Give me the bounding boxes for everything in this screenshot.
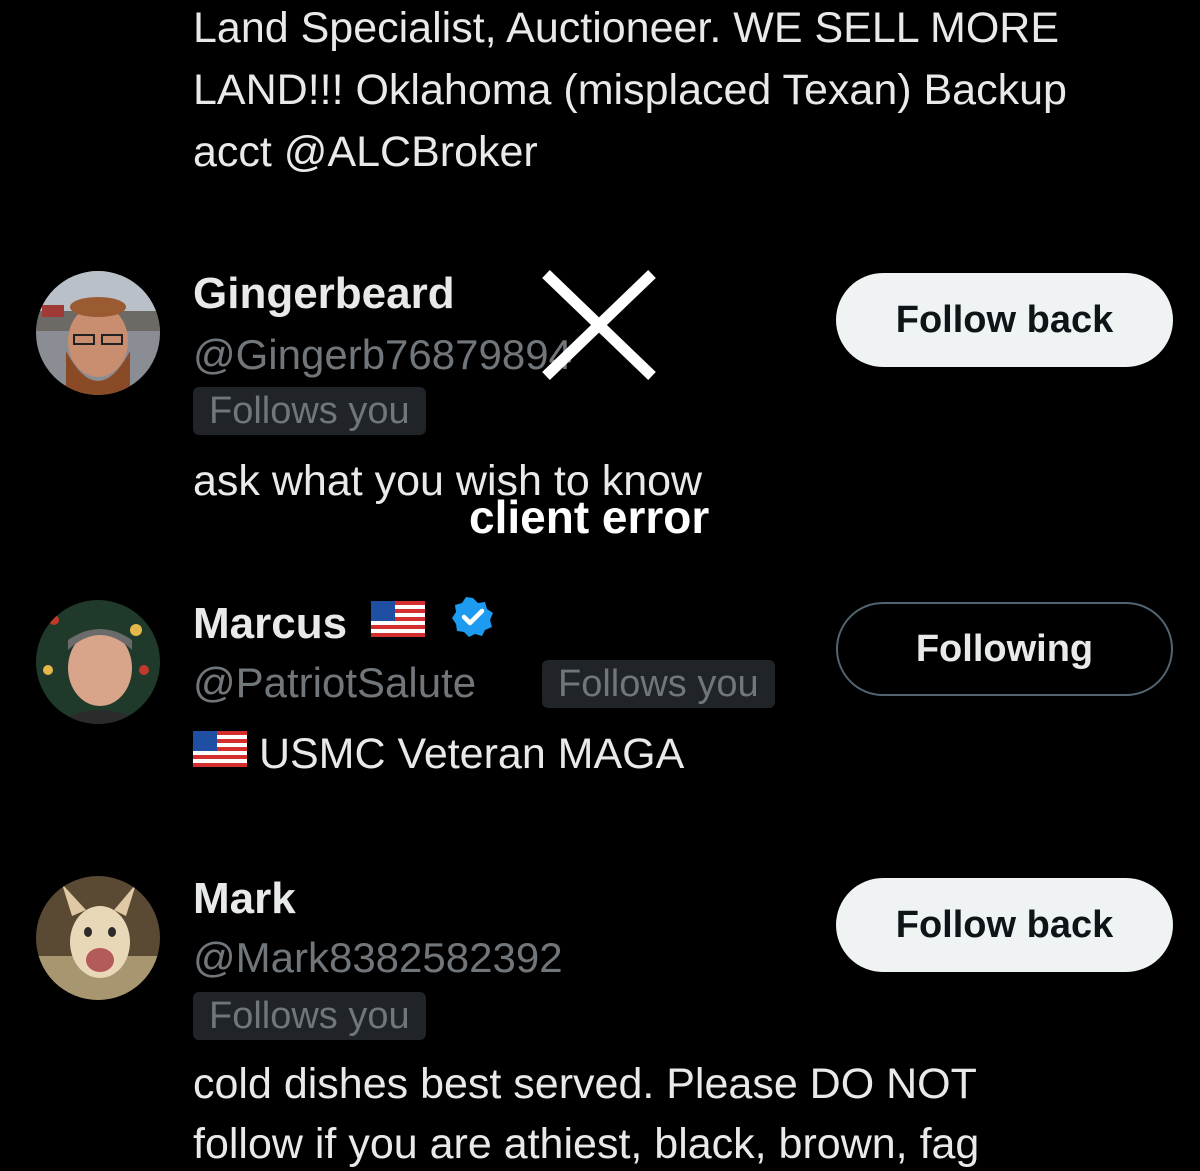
avatar-marcus[interactable]	[36, 600, 160, 724]
user-bio: USMC Veteran MAGA	[193, 727, 684, 781]
user-handle[interactable]: @PatriotSalute	[193, 658, 476, 708]
close-icon	[540, 268, 658, 387]
previous-user-bio: Land Specialist, Auctioneer. WE SELL MOR…	[193, 0, 1173, 183]
user-bio-line: cold dishes best served. Please DO NOT	[193, 1060, 977, 1108]
avatar-gingerbeard[interactable]	[36, 271, 160, 395]
display-name[interactable]: Marcus	[193, 596, 494, 650]
bio-line: LAND!!! Oklahoma (misplaced Texan) Backu…	[193, 66, 1067, 114]
follow-back-button[interactable]: Follow back	[836, 273, 1173, 367]
display-name[interactable]: Gingerbeard	[193, 268, 455, 320]
user-handle[interactable]: @Gingerb76879894	[193, 330, 572, 380]
follows-you-badge: Follows you	[542, 660, 775, 708]
bio-line: acct @ALCBroker	[193, 128, 538, 176]
us-flag-icon	[193, 726, 247, 780]
user-handle[interactable]: @Mark8382582392	[193, 933, 563, 983]
client-error-message: client error	[469, 491, 710, 543]
verified-badge-icon[interactable]	[451, 596, 494, 650]
bio-line: Land Specialist, Auctioneer. WE SELL MOR…	[193, 4, 1060, 52]
us-flag-icon	[371, 597, 426, 649]
following-button[interactable]: Following	[836, 602, 1173, 696]
avatar-mark[interactable]	[36, 876, 160, 1000]
follows-you-badge: Follows you	[193, 992, 426, 1040]
display-name[interactable]: Mark	[193, 873, 296, 925]
follows-you-badge: Follows you	[193, 387, 426, 435]
user-bio-line: follow if you are athiest, black, brown,…	[193, 1120, 980, 1168]
follow-back-button[interactable]: Follow back	[836, 878, 1173, 972]
